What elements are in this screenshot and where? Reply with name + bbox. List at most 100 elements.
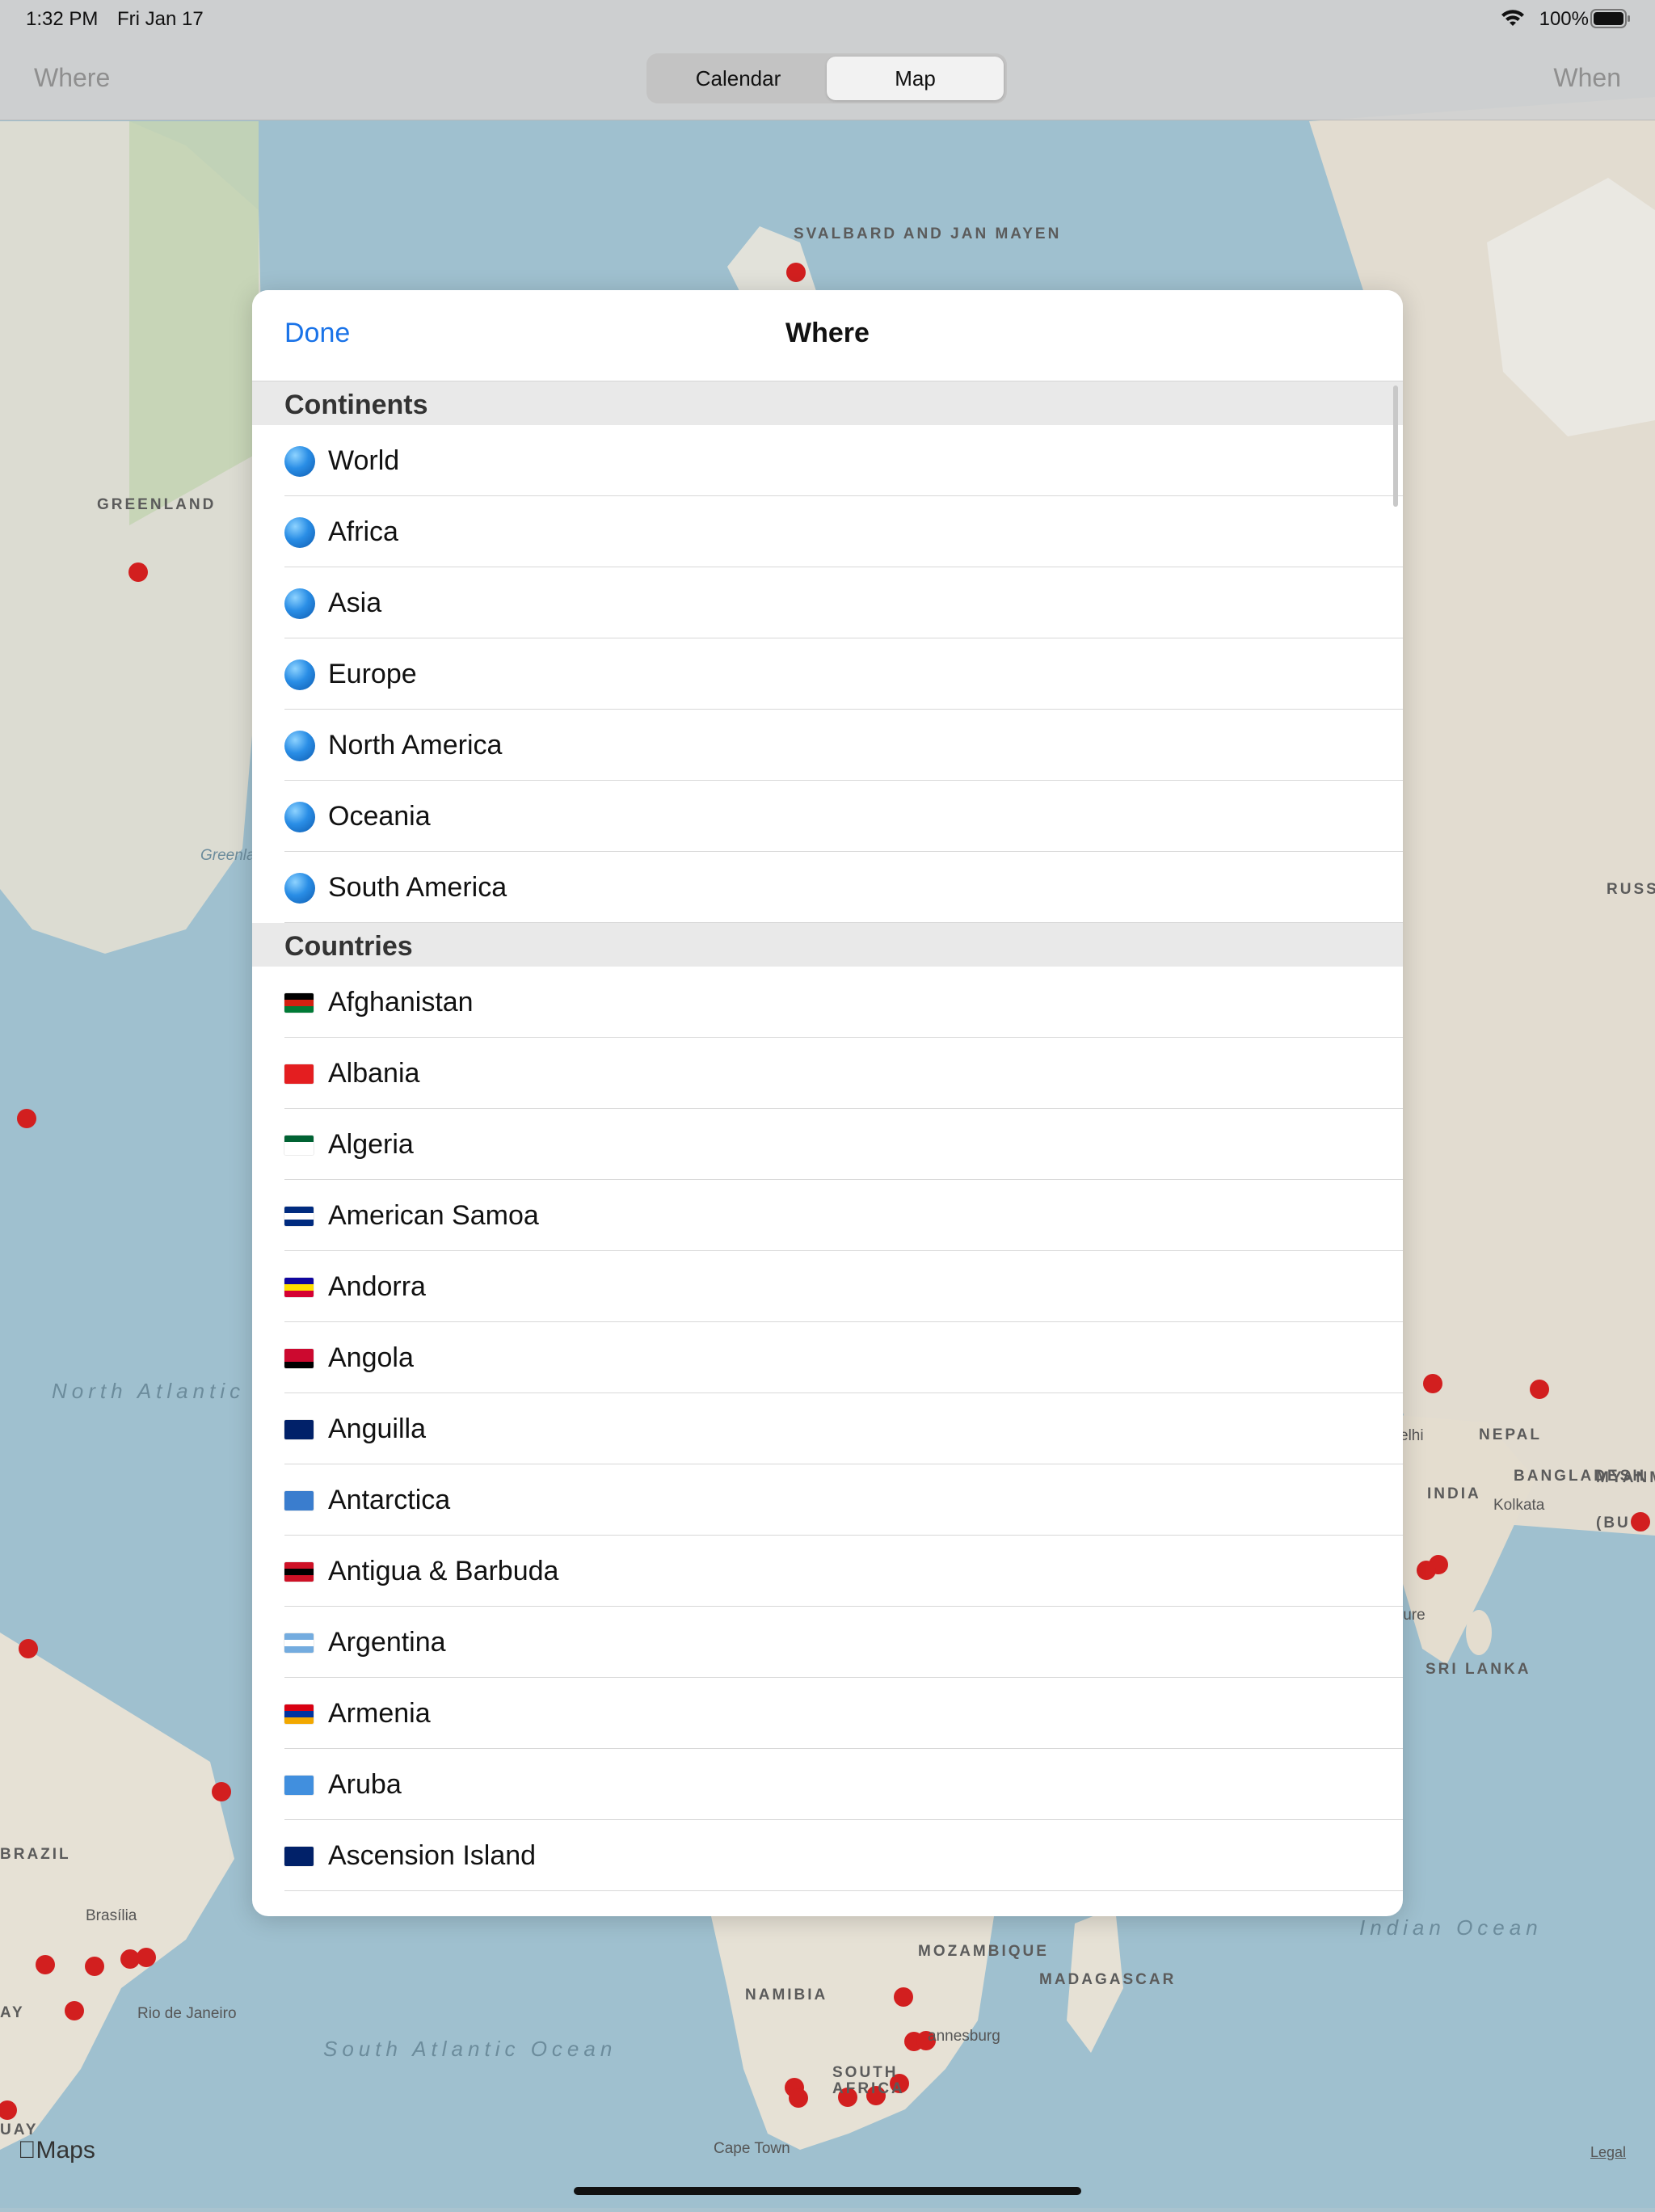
apple-icon: : [18, 2137, 36, 2164]
legal-link[interactable]: Legal: [1590, 2144, 1626, 2161]
flag-icon: [284, 1633, 314, 1653]
location-row[interactable]: Armenia: [252, 1678, 1403, 1749]
apple-maps-logo: Maps: [18, 2137, 95, 2164]
location-row[interactable]: Anguilla: [252, 1393, 1403, 1464]
scroll-indicator[interactable]: [1393, 386, 1398, 507]
map-label-lure: lure: [1400, 1607, 1425, 1624]
modal-header: Done Where: [252, 290, 1403, 381]
globe-icon: [284, 446, 315, 477]
map-label-sri-lanka: SRI LANKA: [1425, 1661, 1531, 1678]
flag-icon: [284, 1847, 314, 1866]
map-label-delhi: elhi: [1400, 1427, 1424, 1444]
where-modal: Done Where Continents World Africa Asia Euro…: [252, 290, 1403, 1916]
globe-icon: [284, 802, 315, 832]
globe-icon: [284, 659, 315, 690]
status-time: 1:32 PM: [26, 8, 99, 30]
location-label: Antigua & Barbuda: [328, 1556, 559, 1586]
home-indicator[interactable]: [574, 2187, 1081, 2195]
flag-icon: [284, 1704, 314, 1724]
map-label-myanmar-2: (BU: [1596, 1515, 1631, 1532]
flag-icon: [284, 1064, 314, 1084]
location-row[interactable]: Oceania: [252, 781, 1403, 852]
location-row[interactable]: Argentina: [252, 1607, 1403, 1678]
map-label-mozambique: MOZAMBIQUE: [918, 1943, 1049, 1960]
where-button[interactable]: Where: [34, 63, 110, 93]
location-row[interactable]: Angola: [252, 1322, 1403, 1393]
globe-icon: [284, 517, 315, 548]
location-label: Anguilla: [328, 1414, 426, 1444]
location-row[interactable]: Algeria: [252, 1109, 1403, 1180]
flag-icon: [284, 1349, 314, 1368]
location-row[interactable]: Ascension Island: [252, 1820, 1403, 1891]
map-label-namibia: NAMIBIA: [745, 1987, 828, 2003]
map-label-kolkata: Kolkata: [1493, 1497, 1545, 1514]
location-row[interactable]: South America: [252, 852, 1403, 923]
map-label-madagascar: MADAGASCAR: [1039, 1971, 1177, 1988]
location-label: North America: [328, 730, 503, 761]
flag-icon: [284, 1562, 314, 1582]
globe-icon: [284, 731, 315, 761]
flag-icon: [284, 1278, 314, 1297]
location-list[interactable]: Continents World Africa Asia Europe North Ame…: [252, 381, 1403, 1891]
battery-percentage: 100%: [1539, 8, 1589, 30]
segment-map[interactable]: Map: [827, 57, 1004, 100]
modal-title: Where: [785, 318, 870, 348]
location-row[interactable]: Antarctica: [252, 1464, 1403, 1536]
location-label: Algeria: [328, 1129, 414, 1160]
map-label-brazil: BRAZIL: [0, 1846, 71, 1863]
location-row[interactable]: Afghanistan: [252, 967, 1403, 1038]
location-row[interactable]: Albania: [252, 1038, 1403, 1109]
map-label-myanmar: MYANM: [1596, 1469, 1655, 1486]
location-row[interactable]: Asia: [252, 567, 1403, 638]
location-row[interactable]: Aruba: [252, 1749, 1403, 1820]
location-row[interactable]: Andorra: [252, 1251, 1403, 1322]
map-label-johannesburg: annesburg: [928, 2028, 1000, 2045]
flag-icon: [284, 1491, 314, 1510]
map-label-svalbard: SVALBARD AND JAN MAYEN: [794, 225, 1062, 242]
location-label: American Samoa: [328, 1200, 539, 1231]
status-date: Fri Jan 17: [117, 8, 204, 30]
map-label-russia: RUSS: [1607, 881, 1655, 898]
location-label: Antarctica: [328, 1485, 451, 1515]
location-label: Aruba: [328, 1769, 402, 1800]
map-label-india: INDIA: [1427, 1485, 1481, 1502]
navigation-bar: 1:32 PM Fri Jan 17 100% Where Calendar M…: [0, 0, 1655, 120]
location-label: Argentina: [328, 1627, 446, 1658]
location-label: Oceania: [328, 801, 431, 832]
location-row[interactable]: North America: [252, 710, 1403, 781]
when-button[interactable]: When: [1553, 63, 1621, 93]
map-label-rio: Rio de Janeiro: [137, 2005, 237, 2022]
globe-icon: [284, 873, 315, 904]
flag-icon: [284, 1135, 314, 1155]
location-label: Armenia: [328, 1698, 431, 1729]
status-bar: 1:32 PM Fri Jan 17 100%: [0, 0, 1655, 39]
map-label-brasilia: Brasília: [86, 1907, 137, 1924]
location-label: Ascension Island: [328, 1840, 537, 1871]
map-label-greenland: GREENLAND: [97, 496, 217, 513]
location-row[interactable]: World: [252, 425, 1403, 496]
section-header: Continents: [252, 381, 1403, 425]
flag-icon: [284, 993, 314, 1013]
flag-icon: [284, 1207, 314, 1226]
location-row[interactable]: Africa: [252, 496, 1403, 567]
location-row[interactable]: Europe: [252, 638, 1403, 710]
location-label: Angola: [328, 1342, 414, 1373]
location-row[interactable]: American Samoa: [252, 1180, 1403, 1251]
flag-icon: [284, 1776, 314, 1795]
location-label: South America: [328, 872, 507, 903]
map-label-south-atlantic: South Atlantic Ocean: [323, 2037, 617, 2061]
segment-calendar[interactable]: Calendar: [650, 57, 827, 100]
view-segmented-control: Calendar Map: [646, 53, 1007, 103]
location-label: Andorra: [328, 1271, 426, 1302]
map-label-nepal: NEPAL: [1479, 1426, 1542, 1443]
flag-icon: [284, 1420, 314, 1439]
map-label-indian-ocean: Indian Ocean: [1359, 1915, 1543, 1940]
globe-icon: [284, 588, 315, 619]
map-label-ay: AY: [0, 2004, 25, 2021]
battery-icon: [1590, 9, 1630, 28]
location-label: Asia: [328, 588, 382, 618]
location-label: Africa: [328, 516, 398, 547]
map-label-south-africa: SOUTH AFRICA: [832, 2064, 905, 2097]
location-label: Afghanistan: [328, 987, 474, 1018]
location-row[interactable]: Antigua & Barbuda: [252, 1536, 1403, 1607]
